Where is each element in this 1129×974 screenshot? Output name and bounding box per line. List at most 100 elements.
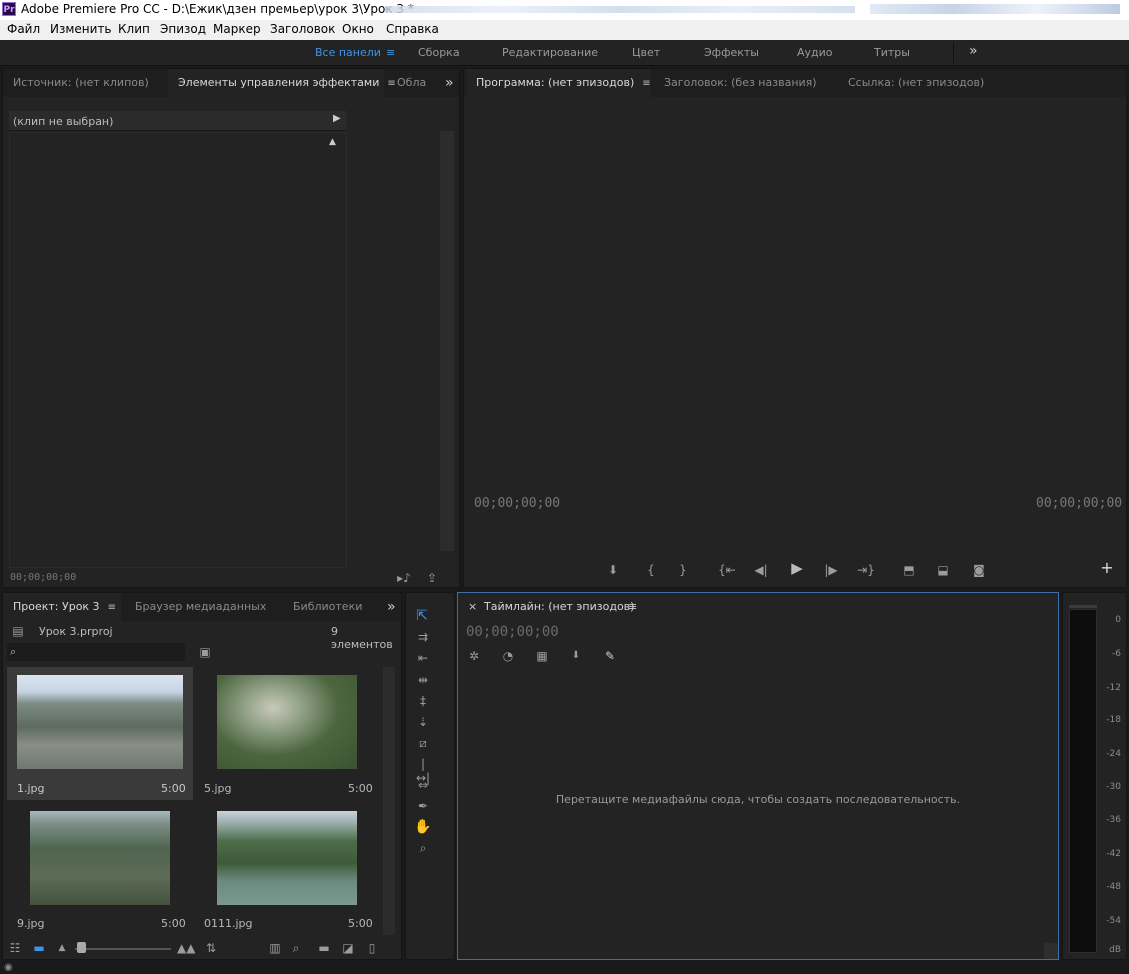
program-timecode-duration: 00;00;00;00 [1036, 496, 1123, 511]
camera-icon[interactable]: ◙ [969, 563, 989, 577]
add-marker-icon[interactable]: ⬇ [606, 563, 620, 577]
search-input[interactable]: ⌕ [7, 643, 185, 661]
tab-libraries[interactable]: Библиотеки [283, 593, 372, 621]
workspace-assembly[interactable]: Сборка [418, 46, 460, 59]
step-forward-icon[interactable]: |▶ [823, 563, 839, 577]
track-select-tool-icon[interactable]: ⇉ [414, 630, 432, 644]
tab-title[interactable]: Заголовок: (без названия) [654, 69, 827, 97]
extract-icon[interactable]: ⬓ [933, 563, 953, 577]
close-icon[interactable]: × [468, 600, 477, 613]
list-view-icon[interactable]: ☷ [7, 941, 23, 955]
menu-title[interactable]: Заголовок [270, 22, 335, 36]
timeline-panel: × Таймлайн: (нет эпизодов) ≡ 00;00;00;00… [457, 592, 1059, 960]
project-item[interactable]: 0111.jpg 5:00 [194, 803, 380, 936]
find-icon[interactable]: ⌕ [289, 941, 303, 955]
lift-icon[interactable]: ⬒ [899, 563, 919, 577]
play-icon[interactable]: ▶ [789, 561, 805, 576]
workspace-editing[interactable]: Редактирование [502, 46, 598, 59]
pen-tool-icon[interactable]: ⇔ [414, 778, 432, 792]
project-item-selected[interactable]: 1.jpg 5:00 [7, 667, 193, 800]
export-icon[interactable]: ⇪ [423, 571, 441, 585]
sort-icon[interactable]: ⇅ [205, 941, 217, 955]
project-filename: Урок 3.prproj [39, 625, 113, 638]
meter-tick: -42 [1106, 849, 1121, 859]
hamburger-icon[interactable]: ≡ [108, 594, 116, 622]
hand-tool-icon[interactable]: ✋ [414, 820, 432, 834]
title-bar: Pr Adobe Premiere Pro CC - D:\Ежик\дзен … [0, 0, 1129, 20]
linked-selection-icon[interactable]: ▦ [534, 649, 550, 663]
audio-scrub-icon[interactable]: ▸♪ [395, 571, 413, 585]
trash-icon[interactable]: ▯ [365, 941, 379, 955]
timeline-timecode[interactable]: 00;00;00;00 [466, 624, 559, 640]
meter-tick: 0 [1115, 615, 1121, 625]
tab-effect-controls[interactable]: Элементы управления эффектами ≡ [168, 69, 396, 97]
scrollbar[interactable] [383, 667, 395, 935]
meter-tick: -30 [1106, 782, 1121, 792]
chevron-double-right-icon[interactable]: » [387, 599, 396, 615]
chevron-double-right-icon[interactable]: » [445, 75, 454, 91]
menu-window[interactable]: Окно [342, 22, 374, 36]
tab-source[interactable]: Источник: (нет клипов) [3, 69, 159, 97]
mark-in-icon[interactable]: { [644, 563, 658, 577]
resize-grip[interactable] [1044, 943, 1058, 959]
workspace-effects[interactable]: Эффекты [704, 46, 759, 59]
tab-reference[interactable]: Ссылка: (нет эпизодов) [838, 69, 994, 97]
add-button[interactable]: + [1100, 560, 1114, 576]
meter-tick: -36 [1106, 815, 1121, 825]
tab-media-browser[interactable]: Браузер медиаданных [125, 593, 276, 621]
mark-out-icon[interactable]: } [676, 563, 690, 577]
tab-project[interactable]: Проект: Урок 3 ≡ [3, 593, 121, 621]
ripple-edit-tool-icon[interactable]: ⇤ [414, 651, 432, 665]
menu-file[interactable]: Файл [7, 22, 40, 36]
snap-icon[interactable]: ◔ [500, 649, 516, 663]
slip-tool-icon[interactable]: ⧄ [414, 736, 432, 750]
workspace-all-panels[interactable]: Все панели [315, 46, 381, 59]
menu-edit[interactable]: Изменить [50, 22, 112, 36]
pen-icon[interactable]: ✒ [414, 799, 432, 813]
selection-tool-icon[interactable]: ⇱ [414, 609, 430, 623]
zoom-in-icon[interactable]: ▲▲ [177, 941, 195, 955]
zoom-slider-handle[interactable] [77, 942, 86, 953]
menu-clip[interactable]: Клип [118, 22, 150, 36]
hamburger-icon[interactable]: ≡ [628, 600, 637, 613]
wrench-icon[interactable]: ✎ [602, 649, 618, 663]
zoom-out-icon[interactable]: ▲ [56, 941, 68, 955]
chevron-double-right-icon[interactable]: » [969, 43, 978, 59]
workspace-titles[interactable]: Титры [874, 46, 910, 59]
meter-tick: -12 [1106, 683, 1121, 693]
zoom-tool-icon[interactable]: ⌕ [414, 841, 432, 855]
automate-to-sequence-icon[interactable]: ▥ [267, 941, 283, 955]
rolling-edit-tool-icon[interactable]: ⇹ [414, 673, 432, 687]
hamburger-icon[interactable]: ≡ [386, 46, 395, 59]
item-name: 5.jpg [204, 782, 232, 795]
go-to-out-icon[interactable]: ⇥} [857, 563, 875, 577]
go-to-in-icon[interactable]: {⇤ [718, 563, 736, 577]
tab-effect-controls-label: Элементы управления эффектами [178, 76, 380, 89]
program-timecode-current[interactable]: 00;00;00;00 [474, 496, 560, 511]
tab-program[interactable]: Программа: (нет эпизодов) ≡ [466, 69, 651, 98]
menu-marker[interactable]: Маркер [213, 22, 261, 36]
workspace-audio[interactable]: Аудио [797, 46, 833, 59]
hamburger-icon[interactable]: ≡ [642, 70, 650, 98]
add-marker-icon[interactable]: ⬇ [568, 649, 584, 663]
menu-help[interactable]: Справка [386, 22, 439, 36]
scroll-up-icon[interactable]: ▲ [329, 137, 336, 147]
tab-lumetri[interactable]: Обла [387, 69, 436, 97]
play-triangle-icon[interactable]: ▶ [333, 113, 341, 124]
scrollbar[interactable] [440, 131, 454, 551]
razor-tool-icon[interactable]: ⇣ [414, 715, 432, 729]
workspace-color[interactable]: Цвет [632, 46, 660, 59]
new-bin-icon[interactable]: ▬ [317, 941, 331, 955]
window-title: Adobe Premiere Pro CC - D:\Ежик\дзен пре… [21, 2, 414, 16]
rate-stretch-tool-icon[interactable]: ‡ [414, 694, 432, 708]
new-bin-from-search-icon[interactable]: ▣ [197, 645, 213, 659]
menu-sequence[interactable]: Эпизод [160, 22, 206, 36]
timeline-title[interactable]: Таймлайн: (нет эпизодов) [484, 600, 634, 613]
step-back-icon[interactable]: ◀| [753, 563, 769, 577]
project-item[interactable]: 9.jpg 5:00 [7, 803, 193, 936]
zoom-slider[interactable] [75, 948, 171, 950]
nest-icon[interactable]: ✲ [466, 649, 482, 663]
project-item[interactable]: 5.jpg 5:00 [194, 667, 380, 800]
icon-view-icon[interactable]: ▬ [32, 941, 46, 955]
new-item-icon[interactable]: ◪ [341, 941, 355, 955]
